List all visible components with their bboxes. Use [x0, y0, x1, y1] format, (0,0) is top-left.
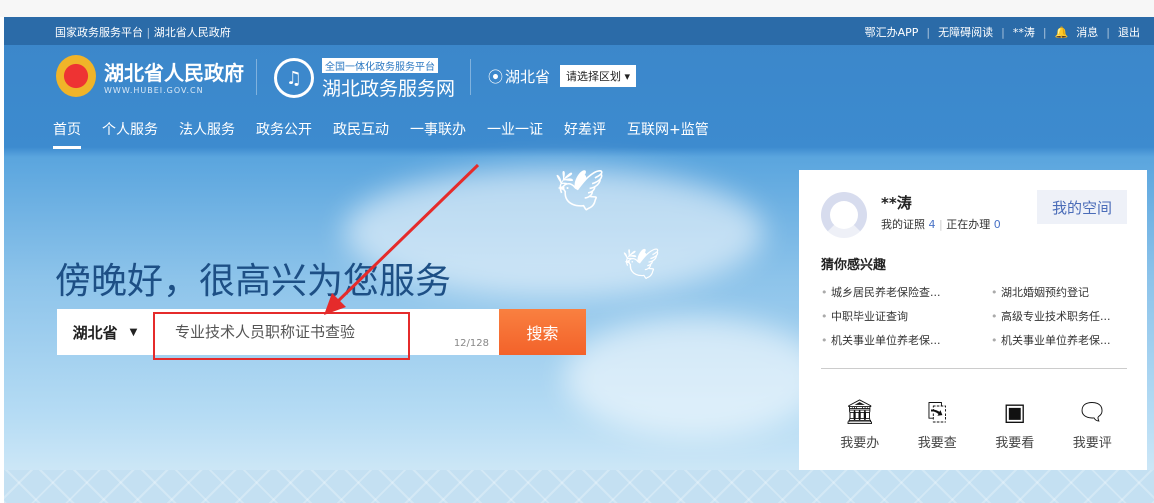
- avatar[interactable]: [821, 192, 867, 238]
- action-view[interactable]: ▣ 我要看: [995, 398, 1034, 451]
- list-item[interactable]: 机关事业单位养老保...: [821, 332, 991, 348]
- interest-list: 城乡居民养老保险查... 湖北婚姻预约登记 中职毕业证查询 高级专业技术职务任.…: [821, 284, 1131, 348]
- action-label: 我要查: [917, 436, 957, 451]
- cert-count[interactable]: 4: [929, 218, 936, 231]
- action-label: 我要评: [1072, 436, 1112, 451]
- doing-label[interactable]: 正在办理: [946, 218, 990, 231]
- page: 国家政务服务平台 | 湖北省人民政府 鄂汇办APP | 无障碍阅读 | **涛 | 🔔…: [4, 17, 1154, 503]
- bank-icon: 🏛: [844, 398, 875, 426]
- action-label: 我要办: [840, 436, 880, 451]
- cert-label[interactable]: 我的证照: [881, 218, 925, 231]
- list-item[interactable]: 城乡居民养老保险查...: [821, 284, 991, 300]
- list-item[interactable]: 中职毕业证查询: [821, 308, 991, 324]
- interest-title: 猜你感兴趣: [821, 258, 887, 273]
- action-query[interactable]: ⎘ 我要查: [918, 398, 957, 451]
- list-item[interactable]: 湖北婚姻预约登记: [991, 284, 1131, 300]
- list-item[interactable]: 机关事业单位养老保...: [991, 332, 1131, 348]
- comment-check-icon: 🗨: [1077, 398, 1108, 426]
- list-item[interactable]: 高级专业技术职务任...: [991, 308, 1131, 324]
- my-space-button[interactable]: 我的空间: [1037, 190, 1127, 224]
- quick-actions: 🏛 我要办 ⎘ 我要查 ▣ 我要看 🗨 我要评: [821, 398, 1131, 451]
- action-label: 我要看: [995, 436, 1035, 451]
- search-doc-icon: ⎘: [927, 398, 947, 426]
- decorative-band: [4, 470, 1154, 503]
- divider: [821, 368, 1127, 369]
- browser-strip: [0, 0, 1154, 17]
- user-name: **涛: [881, 194, 912, 212]
- user-card: **涛 我的证照 4 | 正在办理 0 我的空间 猜你感兴趣 城乡居民养老保险查…: [799, 170, 1147, 487]
- action-rate[interactable]: 🗨 我要评: [1073, 398, 1112, 451]
- view-doc-icon: ▣: [1003, 398, 1027, 426]
- action-handle[interactable]: 🏛 我要办: [840, 398, 879, 451]
- user-stats: 我的证照 4 | 正在办理 0: [881, 218, 1001, 231]
- doing-count[interactable]: 0: [994, 218, 1001, 231]
